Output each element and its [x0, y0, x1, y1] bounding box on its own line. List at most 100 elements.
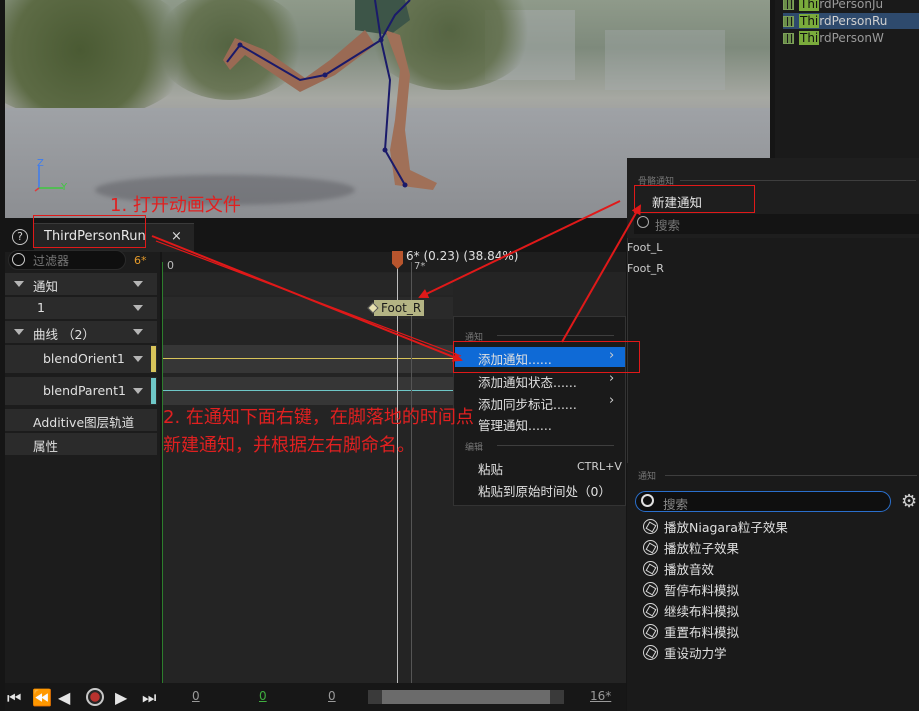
tab-close-icon[interactable]: × [171, 229, 182, 244]
start-marker-line [162, 262, 163, 683]
skip-to-start-icon[interactable]: ⏮ [7, 688, 21, 708]
playhead-time-label: 6* (0.23) (38.84%) [406, 249, 519, 263]
track-label: 通知 [33, 279, 59, 294]
filter-placeholder: 过滤器 [33, 254, 70, 268]
dropdown-arrow-icon[interactable] [133, 329, 143, 335]
item-label: 播放音效 [664, 562, 715, 577]
play-reverse-icon[interactable]: ◀ [58, 688, 70, 707]
shortcut-label: CTRL+V [577, 460, 622, 473]
search-placeholder: 搜索 [663, 497, 689, 512]
track-notifies-header[interactable]: 通知 [5, 273, 157, 295]
dropdown-arrow-icon[interactable] [133, 388, 143, 394]
background-building [605, 30, 725, 90]
anim-sequence-icon [783, 0, 794, 10]
notify-type-icon [643, 645, 658, 660]
start-frame-field[interactable]: 0 [259, 689, 267, 703]
track-attributes[interactable]: 属性 [5, 433, 157, 455]
menu-item-manage-notifies[interactable]: 管理通知...... [478, 415, 552, 434]
curve-lane[interactable] [162, 377, 453, 405]
play-icon[interactable]: ▶ [115, 688, 127, 707]
ruler-tick-label: 0 [167, 259, 174, 272]
track-notify-1[interactable]: 1 [5, 297, 157, 319]
curve-line-blendparent1 [162, 390, 453, 391]
dropdown-arrow-icon[interactable] [133, 356, 143, 362]
item-label: 播放Niagara粒子效果 [664, 520, 788, 535]
asset-list-item[interactable]: ThirdPersonJu [783, 0, 919, 12]
gear-icon[interactable]: ⚙ [901, 491, 917, 512]
menu-item-add-sync-marker[interactable]: 添加同步标记...... [478, 394, 577, 413]
annotation-box-tab [33, 215, 146, 248]
existing-notify-item[interactable]: Foot_R [627, 262, 664, 275]
notify-library-item[interactable]: 继续布料模拟 [643, 601, 739, 620]
divider [680, 180, 916, 181]
annotation-step2-line1: 2. 在通知下面右键，在脚落地的时间点 [163, 407, 474, 428]
notify-marker-foot-r[interactable]: Foot_R [374, 300, 425, 316]
annotation-box-new-notify [634, 185, 755, 213]
axis-y-label: Y [61, 182, 68, 193]
curve-color-swatch [151, 346, 156, 372]
record-button[interactable] [86, 688, 104, 706]
existing-notify-item[interactable]: Foot_L [627, 241, 662, 254]
anim-sequence-icon [783, 32, 794, 44]
timeline-scrollbar-thumb[interactable] [382, 690, 550, 704]
annotation-box-add-notify [453, 341, 640, 373]
dropdown-arrow-icon[interactable] [133, 281, 143, 287]
notify-library-item[interactable]: 播放粒子效果 [643, 538, 739, 557]
section-label: 通知 [638, 472, 657, 482]
skip-to-end-icon[interactable]: ⏭ [142, 688, 156, 708]
item-label: 继续布料模拟 [664, 604, 740, 619]
expand-triangle-icon[interactable] [14, 281, 24, 287]
asset-name-rest: rdPersonJu [819, 0, 884, 11]
frame-line [411, 262, 412, 683]
step-back-icon[interactable]: ⏪ [32, 688, 52, 707]
submenu-arrow-icon: › [609, 393, 615, 408]
menu-item-paste[interactable]: 粘贴 [478, 459, 503, 478]
asset-name-match: Thi [799, 14, 820, 28]
track-label: Additive图层轨道 [33, 415, 135, 430]
track-curve-blendparent1[interactable]: blendParent1 [5, 377, 157, 405]
asset-list-item[interactable]: ThirdPersonW [783, 30, 919, 46]
track-label: blendParent1 [43, 383, 126, 398]
notify-library-item[interactable]: 重置布料模拟 [643, 622, 739, 641]
notify-library-item[interactable]: 重设动力学 [643, 643, 727, 662]
menu-item-add-notify-state[interactable]: 添加通知状态...... [478, 372, 577, 391]
curve-line-blendorient1 [162, 358, 453, 359]
curve-color-swatch [151, 378, 156, 404]
asset-list-item-selected[interactable]: ThirdPersonRu [783, 13, 919, 29]
menu-item-paste-original-time[interactable]: 粘贴到原始时间处（0） [478, 481, 611, 500]
anim-sequence-icon [783, 15, 794, 27]
notify-library-item[interactable]: 播放音效 [643, 559, 714, 578]
search-icon [641, 494, 654, 507]
asset-name-match: Thi [799, 31, 820, 45]
track-curve-blendorient1[interactable]: blendOrient1 [5, 345, 157, 373]
asset-list: ThirdPersonJu ThirdPersonRu ThirdPersonW [775, 0, 919, 158]
track-curves-header[interactable]: 曲线 （2） [5, 321, 157, 343]
submenu-arrow-icon: › [609, 371, 615, 386]
track-label: blendOrient1 [43, 351, 125, 366]
dropdown-arrow-icon[interactable] [133, 305, 143, 311]
notify-type-icon [643, 519, 658, 534]
character-mannequin[interactable] [205, 0, 465, 200]
expand-triangle-icon[interactable] [14, 329, 24, 335]
frame-count: 6* [134, 254, 147, 267]
track-additive-layers[interactable]: Additive图层轨道 [5, 409, 157, 431]
frame-field[interactable]: 0 [192, 689, 200, 703]
notify-library-item[interactable]: 暂停布料模拟 [643, 580, 739, 599]
axis-z-label: Z [37, 158, 44, 169]
track-label: 1 [37, 300, 45, 315]
section-label: 编辑 [465, 443, 484, 453]
item-label: 暂停布料模拟 [664, 583, 740, 598]
annotation-step2-line2: 新建通知，并根据左右脚命名。 [163, 435, 415, 456]
asset-name: ThirdPersonRu [799, 14, 887, 28]
asset-name-rest: rdPersonRu [819, 14, 888, 28]
item-label: 重设动力学 [664, 646, 727, 661]
notify-type-icon [643, 561, 658, 576]
end-frame-field[interactable]: 0 [328, 689, 336, 703]
curve-lane[interactable] [162, 345, 453, 373]
asset-name-rest: rdPersonW [819, 31, 884, 45]
help-icon[interactable]: ? [12, 229, 28, 245]
total-frames-field[interactable]: 16* [590, 689, 611, 703]
notify-library-item[interactable]: 播放Niagara粒子效果 [643, 517, 788, 536]
search-icon [12, 253, 25, 266]
asset-name: ThirdPersonJu [799, 0, 883, 11]
